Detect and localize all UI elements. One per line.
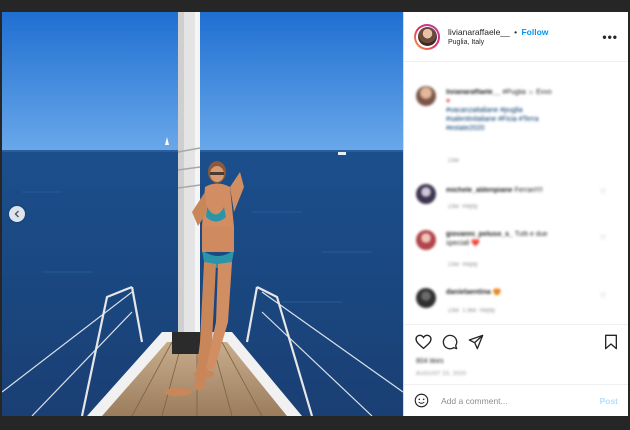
comment-text: michele_aldenpiane Ferrari!!!! xyxy=(446,187,543,194)
chevron-left-icon xyxy=(14,210,19,218)
comment-meta: 23w Reply xyxy=(448,262,478,268)
post-comment-button[interactable]: Post xyxy=(600,396,618,406)
photo-scene xyxy=(2,12,403,416)
heart-icon[interactable] xyxy=(415,334,432,350)
follow-button[interactable]: Follow xyxy=(521,27,548,37)
comment-text: danielaentina 😍 xyxy=(446,289,502,296)
bookmark-icon[interactable] xyxy=(604,334,618,350)
post-header: livianaraffaele__ • Follow Puglia, Italy… xyxy=(404,12,628,62)
like-comment-icon[interactable]: ♡ xyxy=(600,292,606,300)
comment-input[interactable] xyxy=(439,394,600,407)
like-comment-icon[interactable]: ♡ xyxy=(600,234,606,242)
like-count[interactable]: 804 likes xyxy=(416,358,444,365)
comment-avatar[interactable] xyxy=(416,184,436,204)
author-avatar[interactable] xyxy=(414,23,440,50)
author-username[interactable]: livianaraffaele__ xyxy=(448,27,510,37)
prev-photo-button[interactable] xyxy=(9,206,25,222)
like-comment-icon[interactable]: ♡ xyxy=(600,188,606,196)
post-date: AUGUST 23, 2020 xyxy=(416,371,467,377)
comment-avatar[interactable] xyxy=(416,230,436,250)
caption-text: livianaraffaele__ #Puglia ☼ Evvo ♥ #vaca… xyxy=(446,89,552,132)
caption-avatar[interactable] xyxy=(416,86,436,106)
emoji-icon[interactable] xyxy=(414,393,429,408)
post-sidebar: livianaraffaele__ • Follow Puglia, Italy… xyxy=(403,12,628,416)
add-comment-bar: Post xyxy=(404,384,628,416)
share-icon[interactable] xyxy=(468,334,484,350)
comment-icon[interactable] xyxy=(442,334,458,350)
comment-text: giovanni_peluso_s_ Tutti e due speciali … xyxy=(446,231,548,247)
more-options-icon[interactable]: ••• xyxy=(602,30,618,44)
post-actions: 804 likes AUGUST 23, 2020 xyxy=(404,324,628,385)
separator-dot: • xyxy=(514,27,518,37)
post-location[interactable]: Puglia, Italy xyxy=(448,39,602,46)
post-modal: livianaraffaele__ • Follow Puglia, Italy… xyxy=(2,12,628,416)
comment-meta: 23w Reply xyxy=(448,204,478,210)
comment-avatar[interactable] xyxy=(416,288,436,308)
caption-age: 23w xyxy=(448,158,460,164)
comments-list: livianaraffaele__ #Puglia ☼ Evvo ♥ #vaca… xyxy=(404,62,628,324)
comment-meta: 23w 1 like Reply xyxy=(448,308,496,314)
post-photo[interactable] xyxy=(2,12,403,416)
